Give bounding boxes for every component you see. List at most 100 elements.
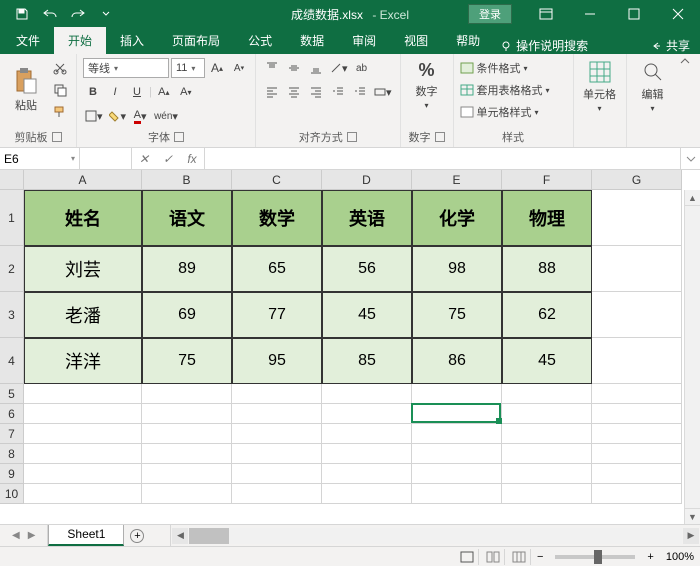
- cell-B10[interactable]: [142, 484, 232, 504]
- tab-file[interactable]: 文件: [2, 27, 54, 54]
- col-header-B[interactable]: B: [142, 170, 232, 190]
- decrease-indent-icon[interactable]: [328, 82, 348, 102]
- cut-icon[interactable]: [50, 58, 70, 78]
- cell-D5[interactable]: [322, 384, 412, 404]
- tab-view[interactable]: 视图: [390, 27, 442, 54]
- tab-formula[interactable]: 公式: [234, 27, 286, 54]
- align-middle-icon[interactable]: [284, 58, 304, 78]
- copy-icon[interactable]: [50, 80, 70, 100]
- decrease-font-icon[interactable]: A▾: [229, 58, 249, 78]
- cell-B3[interactable]: 69: [142, 292, 232, 338]
- cell-E8[interactable]: [412, 444, 502, 464]
- col-header-C[interactable]: C: [232, 170, 322, 190]
- fx-icon[interactable]: fx: [180, 152, 204, 166]
- conditional-format-button[interactable]: 条件格式▾: [460, 60, 567, 76]
- table-format-button[interactable]: 套用表格格式▾: [460, 82, 567, 98]
- cell-G3[interactable]: [592, 292, 682, 338]
- align-center-icon[interactable]: [284, 82, 304, 102]
- align-launcher-icon[interactable]: [347, 132, 357, 142]
- fill-color-icon[interactable]: ▾: [107, 106, 129, 126]
- add-sheet-button[interactable]: +: [124, 525, 150, 546]
- vertical-scrollbar[interactable]: ▲ ▼: [684, 190, 700, 524]
- cell-B2[interactable]: 89: [142, 246, 232, 292]
- bold-button[interactable]: B: [83, 82, 103, 102]
- number-launcher-icon[interactable]: [435, 132, 445, 142]
- cell-A3[interactable]: 老潘: [24, 292, 142, 338]
- normal-view-icon[interactable]: [457, 549, 479, 565]
- redo-icon[interactable]: [66, 3, 90, 25]
- editing-button[interactable]: 编辑▾: [633, 58, 673, 115]
- cell-D7[interactable]: [322, 424, 412, 444]
- font-shrink-a-icon[interactable]: A▾: [176, 82, 196, 102]
- maximize-icon[interactable]: [612, 0, 656, 28]
- border-icon[interactable]: ▾: [83, 106, 105, 126]
- row-header-4[interactable]: 4: [0, 338, 24, 384]
- cell-E1[interactable]: 化学: [412, 190, 502, 246]
- cell-E9[interactable]: [412, 464, 502, 484]
- cell-A8[interactable]: [24, 444, 142, 464]
- row-header-9[interactable]: 9: [0, 464, 24, 484]
- cell-F3[interactable]: 62: [502, 292, 592, 338]
- row-header-5[interactable]: 5: [0, 384, 24, 404]
- cell-G6[interactable]: [592, 404, 682, 424]
- collapse-ribbon-icon[interactable]: [676, 54, 694, 68]
- cell-E7[interactable]: [412, 424, 502, 444]
- cell-C6[interactable]: [232, 404, 322, 424]
- cell-F9[interactable]: [502, 464, 592, 484]
- col-header-F[interactable]: F: [502, 170, 592, 190]
- scroll-up-icon[interactable]: ▲: [685, 190, 700, 206]
- hscroll-thumb[interactable]: [189, 528, 229, 544]
- row-header-10[interactable]: 10: [0, 484, 24, 504]
- cell-F1[interactable]: 物理: [502, 190, 592, 246]
- cell-C2[interactable]: 65: [232, 246, 322, 292]
- col-header-D[interactable]: D: [322, 170, 412, 190]
- row-header-6[interactable]: 6: [0, 404, 24, 424]
- cell-D8[interactable]: [322, 444, 412, 464]
- page-break-view-icon[interactable]: [509, 549, 531, 565]
- font-launcher-icon[interactable]: [174, 132, 184, 142]
- increase-font-icon[interactable]: A▴: [207, 58, 227, 78]
- wrap-text-icon[interactable]: ab: [352, 58, 372, 78]
- login-button[interactable]: 登录: [468, 4, 512, 24]
- cell-A2[interactable]: 刘芸: [24, 246, 142, 292]
- cell-B4[interactable]: 75: [142, 338, 232, 384]
- cell-G9[interactable]: [592, 464, 682, 484]
- cell-C8[interactable]: [232, 444, 322, 464]
- cell-style-button[interactable]: 单元格样式▾: [460, 104, 567, 120]
- cell-C3[interactable]: 77: [232, 292, 322, 338]
- ribbon-options-icon[interactable]: [524, 0, 568, 28]
- tab-review[interactable]: 审阅: [338, 27, 390, 54]
- cell-B8[interactable]: [142, 444, 232, 464]
- cell-C1[interactable]: 数学: [232, 190, 322, 246]
- paste-button[interactable]: 粘贴: [6, 58, 46, 122]
- cell-A1[interactable]: 姓名: [24, 190, 142, 246]
- cell-E5[interactable]: [412, 384, 502, 404]
- scroll-down-icon[interactable]: ▼: [685, 508, 700, 524]
- italic-button[interactable]: I: [105, 82, 125, 102]
- tab-data[interactable]: 数据: [286, 27, 338, 54]
- page-layout-view-icon[interactable]: [483, 549, 505, 565]
- spreadsheet-grid[interactable]: ABCDEFG 12345678910 姓名语文数学英语化学物理刘芸896556…: [0, 170, 700, 524]
- close-icon[interactable]: [656, 0, 700, 28]
- row-header-2[interactable]: 2: [0, 246, 24, 292]
- cell-D1[interactable]: 英语: [322, 190, 412, 246]
- expand-formula-icon[interactable]: [680, 148, 700, 169]
- cell-C7[interactable]: [232, 424, 322, 444]
- cell-D9[interactable]: [322, 464, 412, 484]
- cells-button[interactable]: 单元格▾: [580, 58, 620, 115]
- horizontal-scrollbar[interactable]: ◀ ▶: [170, 525, 700, 546]
- cell-C5[interactable]: [232, 384, 322, 404]
- tab-insert[interactable]: 插入: [106, 27, 158, 54]
- share-button[interactable]: 共享: [650, 37, 690, 54]
- cell-A10[interactable]: [24, 484, 142, 504]
- font-size-combo[interactable]: 11▾: [171, 58, 205, 78]
- cell-E4[interactable]: 86: [412, 338, 502, 384]
- cell-G4[interactable]: [592, 338, 682, 384]
- cell-G2[interactable]: [592, 246, 682, 292]
- cell-C9[interactable]: [232, 464, 322, 484]
- cell-G8[interactable]: [592, 444, 682, 464]
- tab-layout[interactable]: 页面布局: [158, 27, 234, 54]
- sheet-nav-prev-icon[interactable]: ◀: [8, 530, 24, 541]
- merge-icon[interactable]: ▾: [372, 82, 394, 102]
- cancel-formula-icon[interactable]: ✕: [132, 152, 156, 166]
